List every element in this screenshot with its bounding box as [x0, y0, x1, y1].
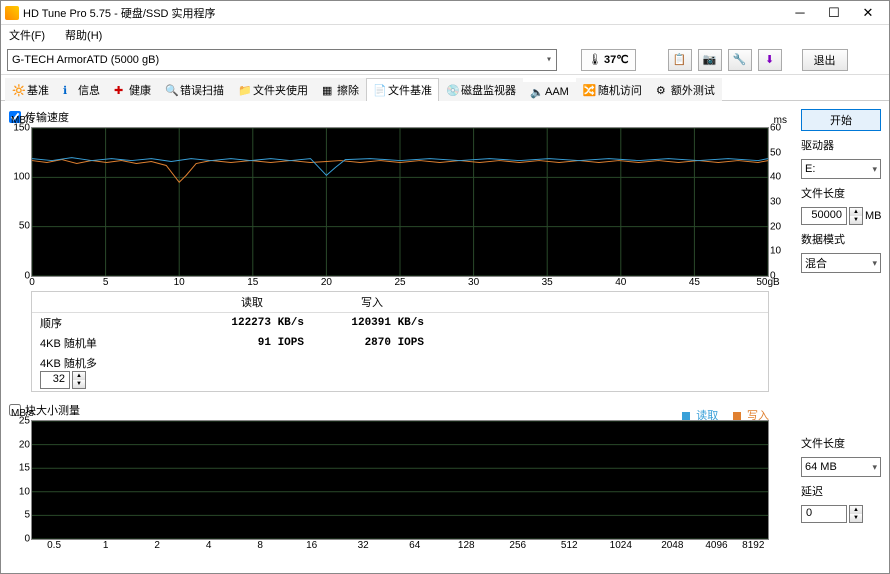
screenshot-icon[interactable]: 📷	[698, 49, 722, 71]
menu-help[interactable]: 帮助(H)	[61, 25, 106, 45]
col-read: 读取	[192, 292, 312, 313]
queue-depth-spinner[interactable]: 32▲▼	[40, 371, 86, 389]
minimize-button[interactable]: ─	[783, 2, 817, 24]
filelen2-select[interactable]: 64 MB	[801, 457, 881, 477]
filelen-unit: MB	[865, 210, 882, 222]
options-icon[interactable]: 🔧	[728, 49, 752, 71]
thermometer-icon: 🌡	[588, 53, 602, 66]
tab-info[interactable]: ℹ信息	[56, 78, 107, 101]
results-table: 读取写入 顺序122273 KB/s120391 KB/s 4KB 随机单91 …	[31, 291, 769, 392]
file-icon: 📄	[373, 84, 385, 96]
erase-icon: ▦	[322, 84, 334, 96]
maximize-button[interactable]: ☐	[817, 2, 851, 24]
tab-aam[interactable]: 🔈AAM	[523, 82, 576, 101]
close-button[interactable]: ✕	[851, 2, 885, 24]
drive-letter-select[interactable]: E:	[801, 159, 881, 179]
blocksize-chart-wrap: MB/s 读取 写入 25 20 15 10 5 0	[31, 420, 769, 540]
row-sequential: 顺序	[32, 313, 192, 334]
datamode-select[interactable]: 混合	[801, 253, 881, 273]
app-icon	[5, 6, 19, 20]
datamode-label: 数据模式	[801, 231, 881, 247]
tab-extra[interactable]: ⚙额外测试	[649, 78, 722, 101]
side-panel: 开始 驱动器 E: 文件长度 50000▲▼ MB 数据模式 混合 文件长度 6…	[801, 109, 881, 554]
delay-label: 延迟	[801, 483, 881, 499]
tab-monitor[interactable]: 💿磁盘监视器	[439, 78, 523, 101]
row-4k-multi: 4KB 随机多	[40, 358, 97, 370]
drive-select[interactable]: G-TECH ArmorATD (5000 gB)	[7, 49, 557, 71]
filelen2-label: 文件长度	[801, 435, 881, 451]
search-icon: 🔍	[165, 84, 177, 96]
info-icon: ℹ	[63, 84, 75, 96]
extra-icon: ⚙	[656, 84, 668, 96]
window-title: HD Tune Pro 5.75 - 硬盘/SSD 实用程序	[23, 5, 783, 21]
delay-spinner[interactable]: 0▲▼	[801, 505, 881, 523]
tab-filebench[interactable]: 📄文件基准	[366, 78, 439, 101]
tab-benchmark[interactable]: 🔆基准	[5, 78, 56, 101]
tab-random[interactable]: 🔀随机访问	[576, 78, 649, 101]
gauge-icon: 🔆	[12, 84, 24, 96]
title-bar: HD Tune Pro 5.75 - 硬盘/SSD 实用程序 ─ ☐ ✕	[1, 1, 889, 25]
toolbar: G-TECH ArmorATD (5000 gB) 🌡37℃ 📋 📷 🔧 ⬇ 退…	[1, 45, 889, 75]
aam-icon: 🔈	[530, 86, 542, 98]
folder-icon: 📁	[238, 84, 250, 96]
blocksize-chart: 25 20 15 10 5 0 0.5 1 2 4 8 16 32 64 128…	[31, 420, 769, 540]
save-icon[interactable]: ⬇	[758, 49, 782, 71]
health-icon: ✚	[114, 84, 126, 96]
start-button[interactable]: 开始	[801, 109, 881, 131]
random-icon: 🔀	[583, 84, 595, 96]
temperature-display: 🌡37℃	[581, 49, 636, 71]
tab-bar: 🔆基准 ℹ信息 ✚健康 🔍错误扫描 📁文件夹使用 ▦擦除 📄文件基准 💿磁盘监视…	[1, 75, 889, 101]
col-write: 写入	[312, 292, 432, 313]
tab-folder[interactable]: 📁文件夹使用	[231, 78, 315, 101]
transfer-speed-panel: 传输速度 MB/s ms 150 100 50	[9, 109, 791, 554]
tab-health[interactable]: ✚健康	[107, 78, 158, 101]
content-area: 传输速度 MB/s ms 150 100 50	[1, 101, 889, 573]
copy-info-icon[interactable]: 📋	[668, 49, 692, 71]
filelen-spinner[interactable]: 50000▲▼	[801, 207, 863, 225]
filelen-label: 文件长度	[801, 185, 881, 201]
menu-bar: 文件(F) 帮助(H)	[1, 25, 889, 45]
drive-label: 驱动器	[801, 137, 881, 153]
tab-erase[interactable]: ▦擦除	[315, 78, 366, 101]
exit-button[interactable]: 退出	[802, 49, 848, 71]
transfer-chart: 150 100 50 0 60 50 40 30 20 10 0 0 5 10 …	[31, 127, 769, 277]
monitor-icon: 💿	[446, 84, 458, 96]
tab-errorscan[interactable]: 🔍错误扫描	[158, 78, 231, 101]
transfer-chart-wrap: MB/s ms 150 100 50 0 60	[31, 127, 769, 277]
row-4k-single: 4KB 随机单	[32, 333, 192, 353]
menu-file[interactable]: 文件(F)	[5, 25, 49, 45]
